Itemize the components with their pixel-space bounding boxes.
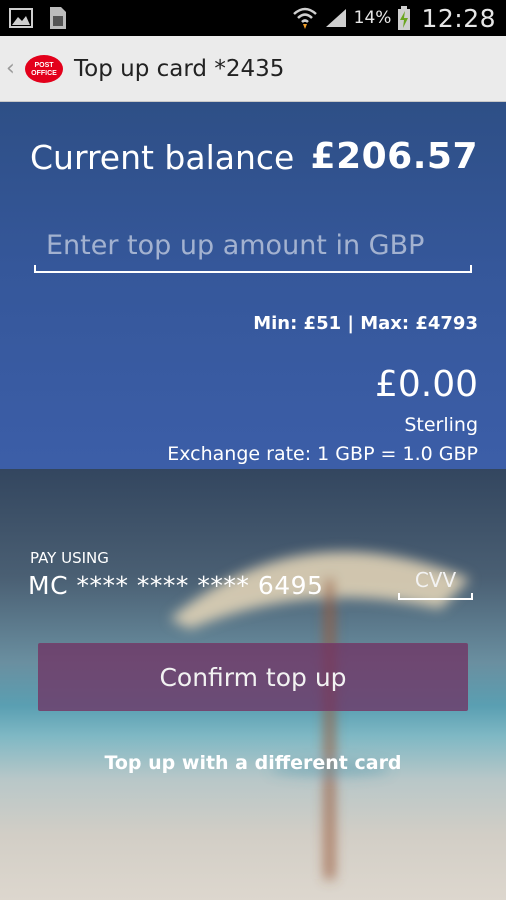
sim-card-icon	[50, 7, 66, 29]
post-office-logo[interactable]: POST OFFICE	[24, 54, 64, 84]
svg-text:POST: POST	[34, 62, 54, 69]
cvv-input[interactable]	[398, 563, 473, 597]
battery-charging-icon	[398, 6, 411, 30]
pay-using-label: PAY USING	[30, 549, 109, 567]
page-title: Top up card *2435	[74, 55, 285, 82]
amount-input-underline	[34, 265, 472, 273]
current-balance-label: Current balance	[30, 138, 295, 177]
exchange-rate: Exchange rate: 1 GBP = 1.0 GBP	[167, 443, 478, 465]
gallery-icon	[9, 8, 33, 28]
top-up-form: Current balance £206.57 Min: £51 | Max: …	[0, 102, 506, 900]
status-bar: 14% 12:28	[0, 0, 506, 36]
currency-label: Sterling	[404, 414, 478, 436]
confirm-top-up-button[interactable]: Confirm top up	[38, 643, 468, 711]
back-chevron-icon[interactable]: ‹	[6, 56, 18, 81]
min-max-limits: Min: £51 | Max: £4793	[253, 313, 478, 334]
svg-text:OFFICE: OFFICE	[31, 70, 57, 77]
cvv-underline	[398, 593, 473, 600]
card-number: MC **** **** **** 6495	[28, 571, 324, 600]
clock: 12:28	[421, 3, 496, 33]
different-card-link[interactable]: Top up with a different card	[0, 752, 506, 774]
top-up-amount-input[interactable]	[34, 220, 472, 270]
current-balance-value: £206.57	[310, 136, 478, 177]
battery-percent: 14%	[353, 8, 392, 28]
wifi-icon	[292, 7, 317, 29]
converted-amount: £0.00	[374, 364, 478, 405]
action-bar: ‹ POST OFFICE Top up card *2435	[0, 36, 506, 102]
signal-icon	[325, 9, 346, 27]
